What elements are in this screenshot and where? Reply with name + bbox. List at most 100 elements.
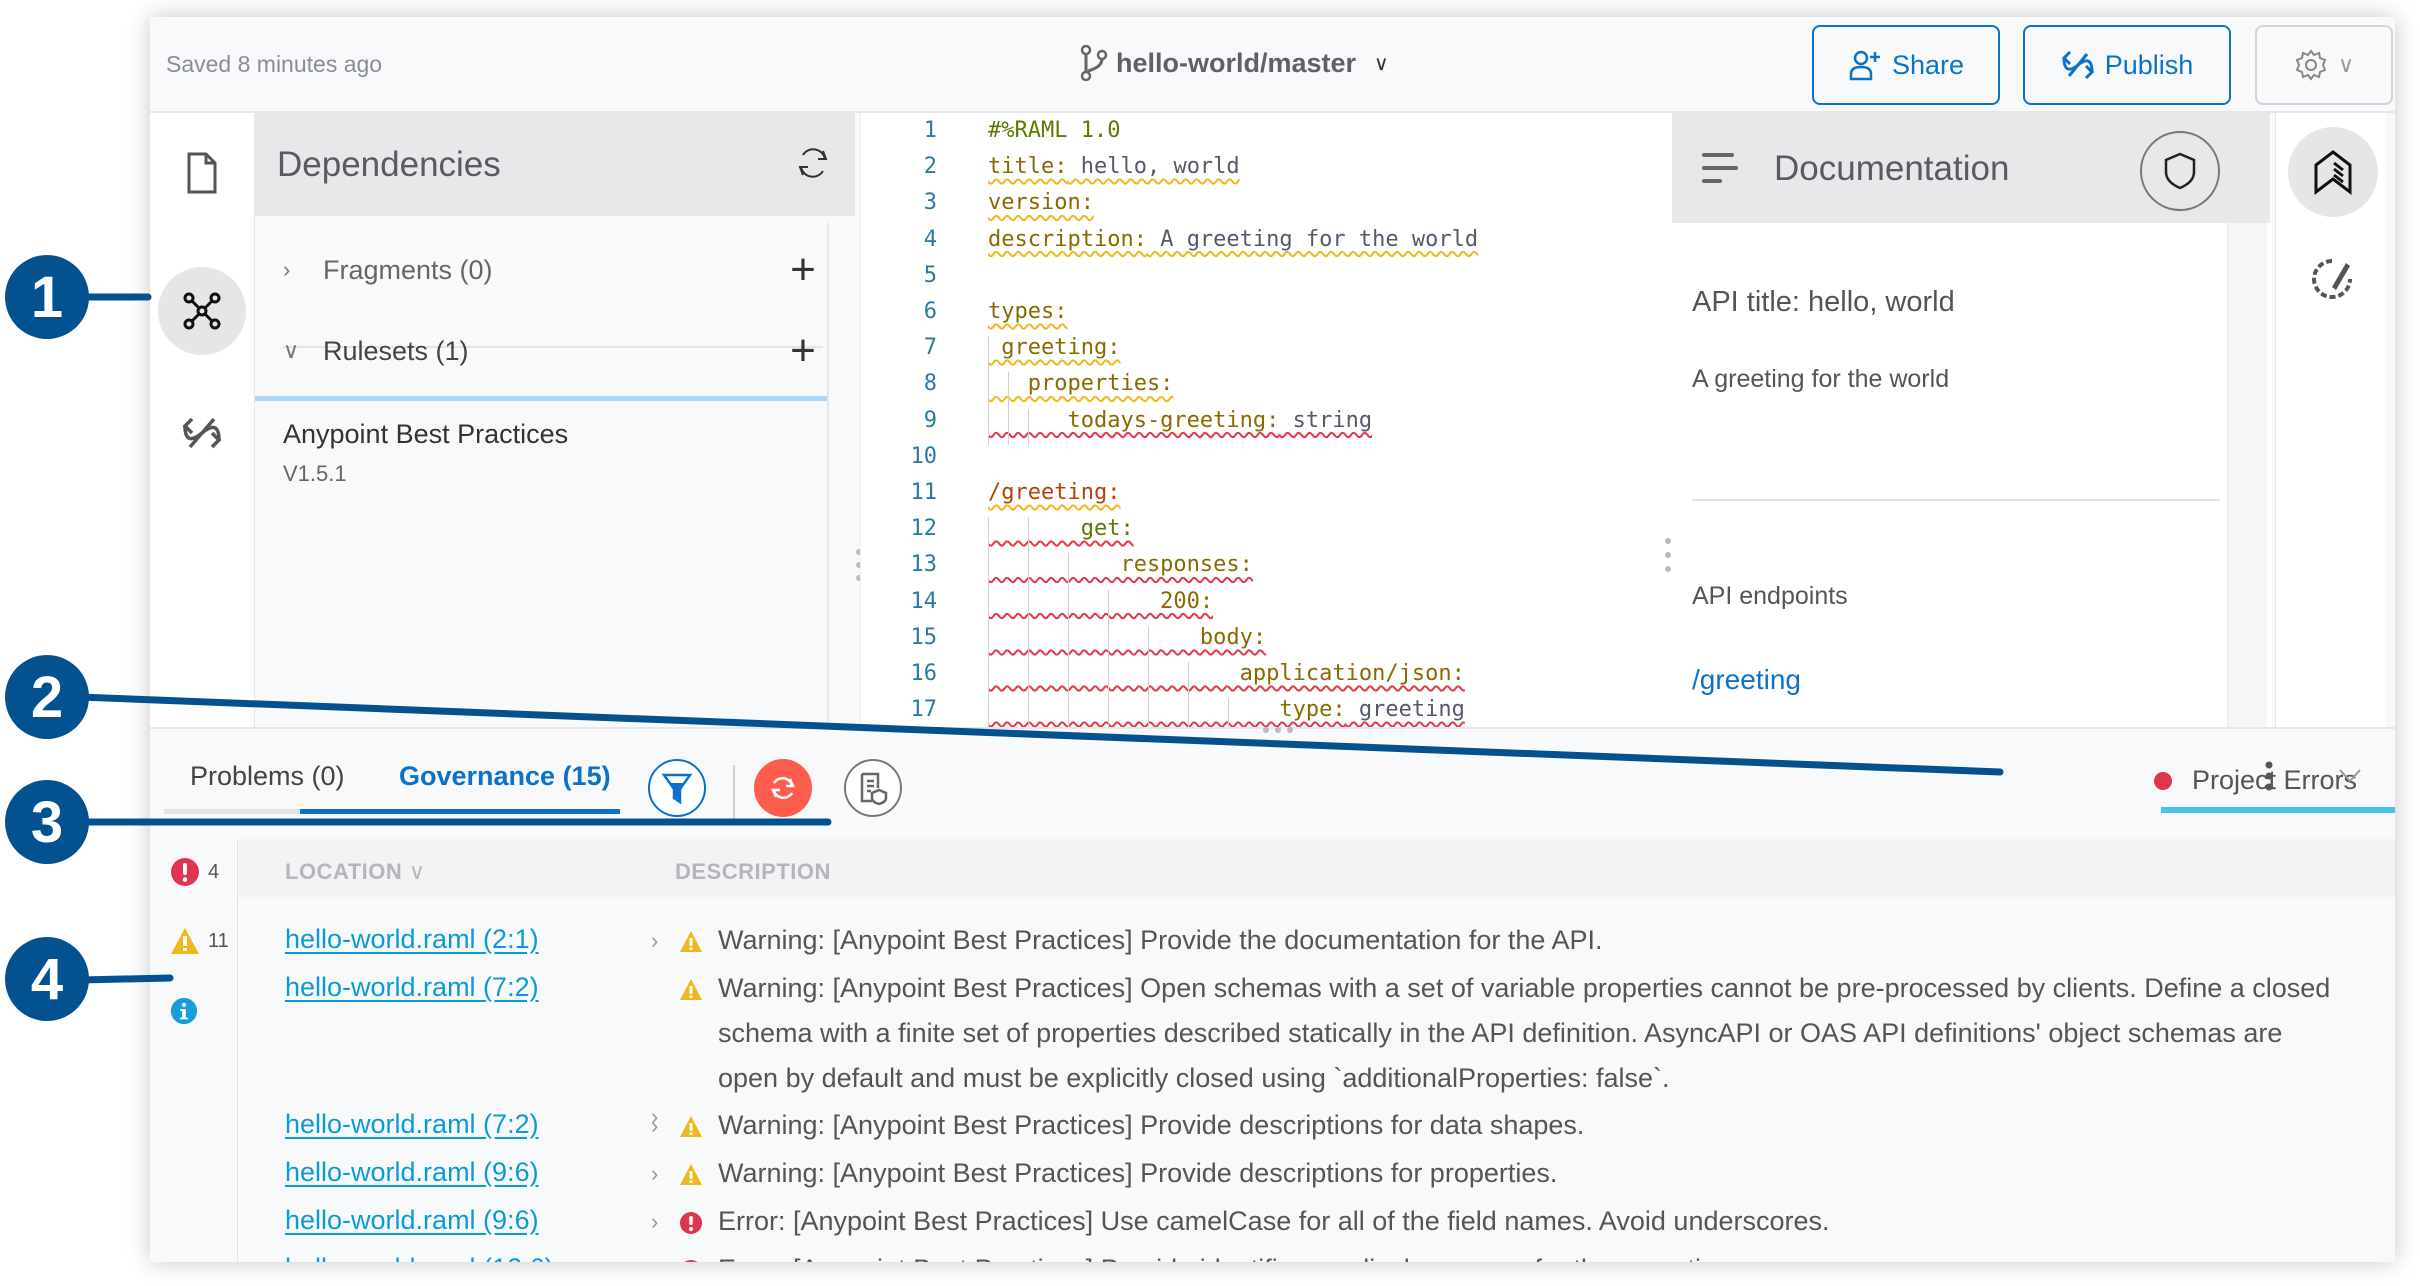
add-ruleset-button[interactable]: + [783, 326, 823, 376]
callout-2: 2 [5, 655, 89, 739]
line-number: 6 [923, 299, 937, 324]
error-icon [171, 858, 199, 886]
share-label: Share [1891, 49, 1965, 80]
governance-report-button[interactable] [844, 759, 902, 817]
files-rail-button[interactable] [158, 129, 246, 217]
code-line: 13 responses: [861, 547, 1761, 583]
error-count[interactable]: 4 [170, 857, 219, 887]
code-text: title: hello, world [988, 149, 1240, 185]
expand-chevron-icon[interactable]: › [651, 1209, 658, 1235]
code-line: 8 properties: [861, 366, 1761, 402]
governance-table-header: LOCATION ∨ DESCRIPTION [239, 839, 2395, 897]
indent-guide [1008, 372, 1009, 445]
expand-chevron-icon[interactable]: › [651, 928, 658, 954]
project-errors-underline [2161, 807, 2395, 813]
line-number: 16 [910, 661, 938, 686]
project-errors-label: Project Errors [2192, 765, 2358, 795]
indent-guide [1188, 662, 1189, 735]
code-key: 200: [988, 588, 1214, 614]
settings-menu-button[interactable]: ∨ [2255, 25, 2393, 105]
line-number: 17 [910, 697, 938, 723]
shield-icon [2164, 152, 2196, 190]
dependencies-icon [183, 292, 221, 330]
publish-button[interactable]: Publish [2023, 25, 2231, 105]
fragments-section[interactable]: › Fragments (0) + [283, 230, 823, 310]
line-number: 9 [923, 407, 937, 433]
gear-icon [2295, 49, 2327, 81]
code-text: body: [988, 620, 1266, 656]
warning-icon [680, 931, 702, 952]
tab-governance[interactable]: Governance (15) [399, 761, 611, 792]
warning-icon [680, 1164, 702, 1185]
location-link[interactable]: hello-world.raml (7:2) [285, 1109, 539, 1140]
warning-count-value: 11 [208, 929, 229, 952]
documentation-title: Documentation [1774, 149, 2010, 188]
expand-chevron-icon[interactable]: › [651, 1113, 658, 1139]
collapse-panel-icon[interactable] [2338, 767, 2362, 785]
menu-icon[interactable] [1700, 151, 1740, 185]
expand-chevron-icon[interactable]: › [651, 1161, 658, 1187]
add-fragment-button[interactable]: + [783, 245, 823, 295]
issue-description: Error: [Anypoint Best Practices] Use cam… [718, 1206, 1830, 1236]
dependencies-rail-button[interactable] [158, 267, 246, 355]
ruleset-name[interactable]: Anypoint Best Practices [283, 419, 568, 450]
code-line: 3 version: [861, 185, 1761, 221]
issue-description: Warning: [Anypoint Best Practices] Provi… [718, 1110, 1585, 1140]
location-link[interactable]: hello-world.raml (2:1) [285, 924, 539, 955]
filter-icon [661, 773, 693, 805]
api-description: A greeting for the world [1692, 365, 1950, 393]
code-line: 6 types: [861, 294, 1761, 330]
resize-handle[interactable] [1664, 535, 1672, 575]
exchange-rail-button[interactable] [158, 389, 246, 477]
issue-description: Warning: [Anypoint Best Practices] Provi… [718, 1158, 1558, 1188]
endpoint-link[interactable]: /greeting [1692, 664, 1801, 696]
code-editor[interactable]: 1 #%RAML 1.0 2 title: hello, world 3 version:… [860, 113, 2372, 745]
code-key: title: [988, 154, 1068, 180]
top-bar: Saved 8 minutes ago hello-world/master ∨… [150, 17, 2395, 113]
expand-chevron-icon[interactable]: › [651, 1257, 658, 1262]
exchange-icon [2061, 50, 2094, 80]
rulesets-section[interactable]: ∨ Rulesets (1) + [283, 311, 823, 391]
code-key: body: [988, 624, 1267, 650]
api-summary-rail-button[interactable] [2288, 127, 2378, 217]
project-errors-selector[interactable]: Project Errors [2154, 765, 2357, 796]
design-settings-icon[interactable] [2306, 253, 2358, 305]
line-number: 11 [910, 480, 938, 505]
code-line: 9 todays-greeting: string [861, 403, 1761, 439]
location-link[interactable]: hello-world.raml (9:6) [285, 1157, 539, 1188]
refresh-icon [771, 776, 795, 800]
code-key: properties: [988, 371, 1174, 397]
code-key: todays-greeting: [988, 407, 1280, 433]
code-text: 200: [988, 584, 1213, 620]
code-text: properties: [988, 366, 1174, 402]
code-key: greeting: [988, 335, 1121, 361]
api-summary-icon [2314, 150, 2352, 195]
governance-shield-button[interactable] [2140, 131, 2220, 211]
rerun-governance-button[interactable] [754, 759, 812, 817]
error-icon [680, 1212, 702, 1234]
indent-guide [1068, 553, 1069, 735]
tab-problems[interactable]: Problems (0) [190, 761, 345, 792]
filter-button[interactable] [648, 759, 706, 817]
branch-selector[interactable]: hello-world/master ∨ [1080, 45, 1389, 81]
more-options-icon[interactable] [2264, 761, 2274, 791]
code-line: 5 [861, 258, 1761, 294]
description-column-header: DESCRIPTION [675, 859, 831, 884]
location-column-header[interactable]: LOCATION ∨ [285, 859, 425, 885]
location-link[interactable]: hello-world.raml (12:6) [285, 1253, 554, 1262]
code-line: 1 #%RAML 1.0 [861, 113, 1761, 149]
chevron-down-icon: ∨ [2337, 52, 2355, 77]
location-link[interactable]: hello-world.raml (9:6) [285, 1205, 539, 1236]
info-filter[interactable] [170, 997, 198, 1025]
code-text: greeting: [988, 330, 1120, 366]
location-link[interactable]: hello-world.raml (7:2) [285, 972, 539, 1003]
warning-count[interactable]: 11 [170, 926, 229, 956]
refresh-icon[interactable] [795, 143, 831, 183]
documentation-scrollbar[interactable] [2227, 223, 2267, 745]
code-line: 17 type: greeting [861, 692, 1761, 728]
git-branch-icon [1080, 45, 1108, 81]
resize-handle[interactable] [1260, 725, 1296, 735]
share-button[interactable]: Share [1812, 25, 2000, 105]
issue-description: Warning: [Anypoint Best Practices] Provi… [718, 925, 1603, 955]
dependencies-scrollbar[interactable] [827, 223, 829, 743]
